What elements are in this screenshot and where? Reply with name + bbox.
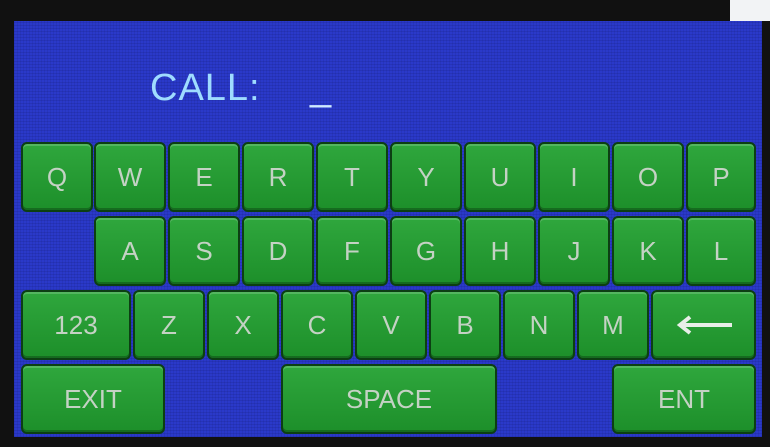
key-label: Y: [417, 161, 435, 192]
enter-button[interactable]: ENT: [612, 364, 756, 434]
key-label: C: [307, 309, 327, 340]
key-c[interactable]: C: [281, 290, 353, 360]
key-label: H: [490, 235, 510, 266]
key-q[interactable]: Q: [21, 142, 93, 212]
key-t[interactable]: T: [316, 142, 388, 212]
key-j[interactable]: J: [538, 216, 610, 286]
call-label: CALL:: [150, 67, 261, 109]
key-w[interactable]: W: [94, 142, 166, 212]
key-label: L: [713, 235, 729, 266]
key-label: S: [195, 235, 213, 266]
key-label: K: [639, 235, 657, 266]
key-n[interactable]: N: [503, 290, 575, 360]
numbers-mode-button[interactable]: 123: [21, 290, 131, 360]
key-r[interactable]: R: [242, 142, 314, 212]
key-label: SPACE: [345, 383, 433, 414]
key-label: R: [268, 161, 288, 192]
key-b[interactable]: B: [429, 290, 501, 360]
key-z[interactable]: Z: [133, 290, 205, 360]
key-e[interactable]: E: [168, 142, 240, 212]
key-label: O: [637, 161, 659, 192]
key-label: A: [121, 235, 139, 266]
key-label: N: [529, 309, 549, 340]
key-label: 123: [54, 309, 98, 340]
call-input-value[interactable]: _: [310, 67, 331, 110]
key-label: T: [344, 161, 360, 192]
key-p[interactable]: P: [686, 142, 756, 212]
key-s[interactable]: S: [168, 216, 240, 286]
key-k[interactable]: K: [612, 216, 684, 286]
background-corner: [730, 0, 770, 21]
key-l[interactable]: L: [686, 216, 756, 286]
left-arrow-icon: [676, 315, 732, 335]
key-y[interactable]: Y: [390, 142, 462, 212]
backspace-button[interactable]: [651, 290, 756, 360]
key-g[interactable]: G: [390, 216, 462, 286]
key-i[interactable]: I: [538, 142, 610, 212]
space-button[interactable]: SPACE: [281, 364, 497, 434]
key-label: EXIT: [64, 383, 122, 414]
key-h[interactable]: H: [464, 216, 536, 286]
key-label: V: [382, 309, 400, 340]
key-label: U: [490, 161, 510, 192]
key-label: D: [268, 235, 288, 266]
key-label: W: [117, 161, 143, 192]
key-label: Z: [161, 309, 177, 340]
key-a[interactable]: A: [94, 216, 166, 286]
key-label: P: [712, 161, 730, 192]
key-x[interactable]: X: [207, 290, 279, 360]
key-m[interactable]: M: [577, 290, 649, 360]
key-label: M: [602, 309, 624, 340]
key-d[interactable]: D: [242, 216, 314, 286]
key-label: B: [456, 309, 474, 340]
key-label: X: [234, 309, 252, 340]
key-label: J: [567, 235, 581, 266]
key-f[interactable]: F: [316, 216, 388, 286]
exit-button[interactable]: EXIT: [21, 364, 165, 434]
key-label: F: [344, 235, 360, 266]
key-label: G: [415, 235, 437, 266]
key-v[interactable]: V: [355, 290, 427, 360]
key-label: E: [195, 161, 213, 192]
key-label: I: [570, 161, 578, 192]
key-u[interactable]: U: [464, 142, 536, 212]
key-label: Q: [46, 161, 68, 192]
key-label: ENT: [658, 383, 710, 414]
key-o[interactable]: O: [612, 142, 684, 212]
